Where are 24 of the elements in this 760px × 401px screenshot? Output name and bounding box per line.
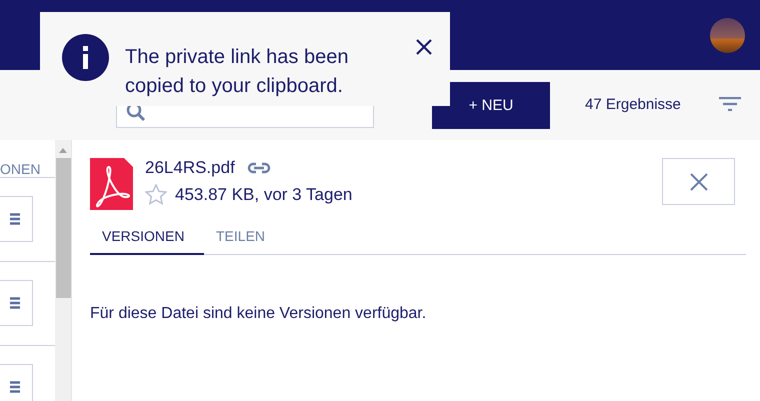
info-icon	[62, 34, 109, 81]
menu-icon	[10, 213, 20, 225]
tab[interactable]: TEILEN	[204, 228, 318, 255]
pdf-file-icon	[90, 158, 133, 210]
scrollbar-thumb[interactable]	[56, 158, 70, 298]
tab-label[interactable]: ONEN	[0, 161, 40, 177]
file-name: 26L4RS.pdf	[145, 158, 235, 178]
link-icon[interactable]	[246, 162, 271, 174]
tab[interactable]: VERSIONEN	[90, 228, 204, 255]
close-icon	[416, 39, 432, 55]
avatar[interactable]	[710, 18, 745, 52]
file-meta: 453.87 KB, vor 3 Tagen	[175, 184, 352, 204]
scroll-up-icon[interactable]	[59, 148, 67, 153]
scrollbar[interactable]	[55, 140, 72, 401]
close-button[interactable]	[414, 37, 434, 57]
filter-icon[interactable]	[718, 97, 741, 111]
empty-message: Für diese Datei sind keine Versionen verfügbar.	[90, 305, 428, 323]
star-icon[interactable]	[145, 184, 167, 205]
menu-icon	[10, 297, 20, 309]
menu-icon	[10, 381, 20, 393]
result-count: 47 Ergebnisse	[585, 96, 681, 114]
close-icon	[690, 172, 708, 190]
toast-message: The private link has been copied to your clipboard.	[125, 45, 350, 99]
new-button[interactable]: + NEU	[432, 82, 550, 129]
